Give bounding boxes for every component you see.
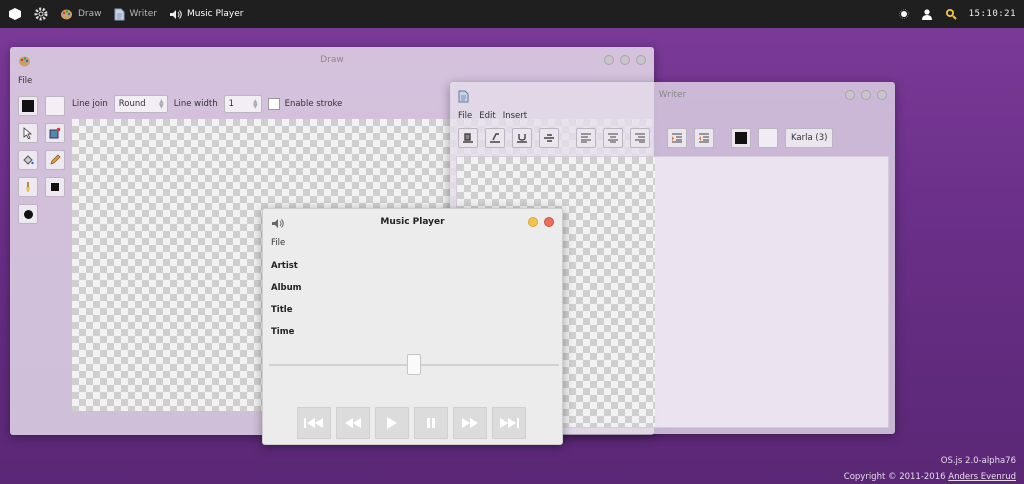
- pause-icon: [427, 418, 435, 428]
- taskbar-item-music-player[interactable]: Music Player: [169, 0, 243, 28]
- skip-forward-button[interactable]: [492, 407, 526, 439]
- outdent-icon[interactable]: [694, 128, 714, 148]
- panel-tray: 15:10:21: [887, 0, 1016, 28]
- artist-label: Artist: [271, 261, 298, 271]
- document-icon: [458, 88, 469, 114]
- document-icon: [114, 8, 125, 21]
- skip-forward-icon: [500, 418, 519, 428]
- settings-gear-icon[interactable]: [34, 0, 48, 28]
- pointer-tool-icon[interactable]: [18, 123, 38, 143]
- rectangle-tool-icon[interactable]: [45, 177, 65, 197]
- writer-minimize-button[interactable]: [845, 90, 855, 100]
- writer-menu-edit[interactable]: Edit: [479, 111, 495, 121]
- background-color-swatch[interactable]: [45, 96, 65, 116]
- music-titlebar[interactable]: Music Player: [263, 209, 562, 235]
- skip-back-button[interactable]: [297, 407, 331, 439]
- strikethrough-icon[interactable]: [539, 128, 559, 148]
- taskbar-item-writer[interactable]: Writer: [114, 0, 157, 28]
- notification-icon[interactable]: [898, 9, 909, 19]
- author-link[interactable]: Anders Evenrud: [948, 472, 1016, 482]
- bucket-tool-icon[interactable]: [18, 150, 38, 170]
- align-center-icon[interactable]: [603, 128, 623, 148]
- writer-menubar: File Edit Insert: [450, 108, 895, 124]
- italic-icon[interactable]: [485, 128, 505, 148]
- title-label: Title: [271, 305, 293, 315]
- line-join-value: Round: [118, 99, 146, 109]
- speaker-icon: [271, 215, 285, 241]
- rewind-icon: [345, 418, 361, 428]
- palette-icon: [18, 53, 31, 79]
- taskbar-label-writer: Writer: [129, 9, 157, 19]
- play-icon: [387, 417, 397, 429]
- enable-stroke-label: Enable stroke: [284, 99, 343, 109]
- document-page[interactable]: [655, 157, 888, 427]
- text-color-swatch[interactable]: [731, 128, 751, 148]
- circle-tool-icon[interactable]: [18, 204, 38, 224]
- taskbar-label-draw: Draw: [78, 9, 102, 19]
- taskbar-label-music-player: Music Player: [186, 9, 244, 19]
- fast-forward-button[interactable]: [453, 407, 487, 439]
- align-left-icon[interactable]: [576, 128, 596, 148]
- skip-back-icon: [304, 418, 323, 428]
- indent-icon[interactable]: [667, 128, 687, 148]
- palette-icon: [60, 8, 73, 21]
- line-join-select[interactable]: Round ▲ ▼: [113, 95, 168, 113]
- line-width-value: 1: [228, 99, 235, 109]
- draw-minimize-button[interactable]: [604, 55, 614, 65]
- draw-close-button[interactable]: [636, 55, 646, 65]
- pencil-tool-icon[interactable]: [45, 150, 65, 170]
- clock: 15:10:21: [968, 9, 1016, 19]
- os-version: OS.js 2.0-alpha76: [940, 456, 1016, 466]
- writer-close-button[interactable]: [877, 90, 887, 100]
- seek-slider-thumb[interactable]: [407, 354, 421, 375]
- copyright-text: Copyright © 2011-2016: [843, 472, 949, 482]
- writer-menu-insert[interactable]: Insert: [503, 111, 527, 121]
- music-menubar: File: [263, 235, 562, 251]
- top-panel: Draw Writer Music Player 15:10:21: [0, 0, 1024, 28]
- picker-tool-icon[interactable]: [45, 123, 65, 143]
- pause-button[interactable]: [414, 407, 448, 439]
- underline-icon[interactable]: [512, 128, 532, 148]
- foreground-color-swatch[interactable]: [18, 96, 38, 116]
- draw-toolbar: Line join Round ▲ ▼ Line width 1 ▲ ▼ Enabl…: [72, 93, 348, 115]
- taskbar-item-draw[interactable]: Draw: [60, 0, 102, 28]
- time-label: Time: [271, 327, 295, 337]
- writer-toolbar: Karla (3): [458, 128, 834, 148]
- stepper-arrows-icon: ▲ ▼: [252, 98, 258, 110]
- select-arrows-icon: ▲ ▼: [159, 98, 164, 110]
- draw-maximize-button[interactable]: [620, 55, 630, 65]
- music-player-window: Music Player File Artist Album Title Tim…: [262, 208, 563, 445]
- writer-title: Writer: [658, 90, 687, 100]
- line-width-input[interactable]: 1 ▲ ▼: [223, 95, 262, 113]
- bold-icon[interactable]: [458, 128, 478, 148]
- speaker-icon: [169, 8, 182, 21]
- line-join-label: Line join: [72, 99, 108, 109]
- user-icon[interactable]: [921, 8, 933, 20]
- draw-titlebar[interactable]: Draw: [10, 47, 654, 73]
- background-color-swatch[interactable]: [758, 128, 778, 148]
- music-title: Music Player: [380, 217, 445, 227]
- search-icon[interactable]: [945, 8, 957, 20]
- enable-stroke-checkbox[interactable]: [267, 98, 280, 110]
- font-select[interactable]: Karla (3): [785, 128, 834, 148]
- playback-controls: [297, 407, 531, 439]
- music-minimize-button[interactable]: [528, 217, 538, 227]
- brush-tool-icon[interactable]: [18, 177, 38, 197]
- line-width-label: Line width: [173, 99, 218, 109]
- writer-maximize-button[interactable]: [861, 90, 871, 100]
- align-right-icon[interactable]: [630, 128, 650, 148]
- rewind-button[interactable]: [336, 407, 370, 439]
- draw-title: Draw: [320, 55, 344, 65]
- music-close-button[interactable]: [544, 217, 554, 227]
- writer-titlebar[interactable]: Writer: [450, 82, 895, 108]
- copyright: Copyright © 2011-2016 Anders Evenrud: [844, 472, 1016, 482]
- play-button[interactable]: [375, 407, 409, 439]
- album-label: Album: [271, 283, 302, 293]
- fast-forward-icon: [462, 418, 478, 428]
- os-logo-icon[interactable]: [8, 0, 22, 28]
